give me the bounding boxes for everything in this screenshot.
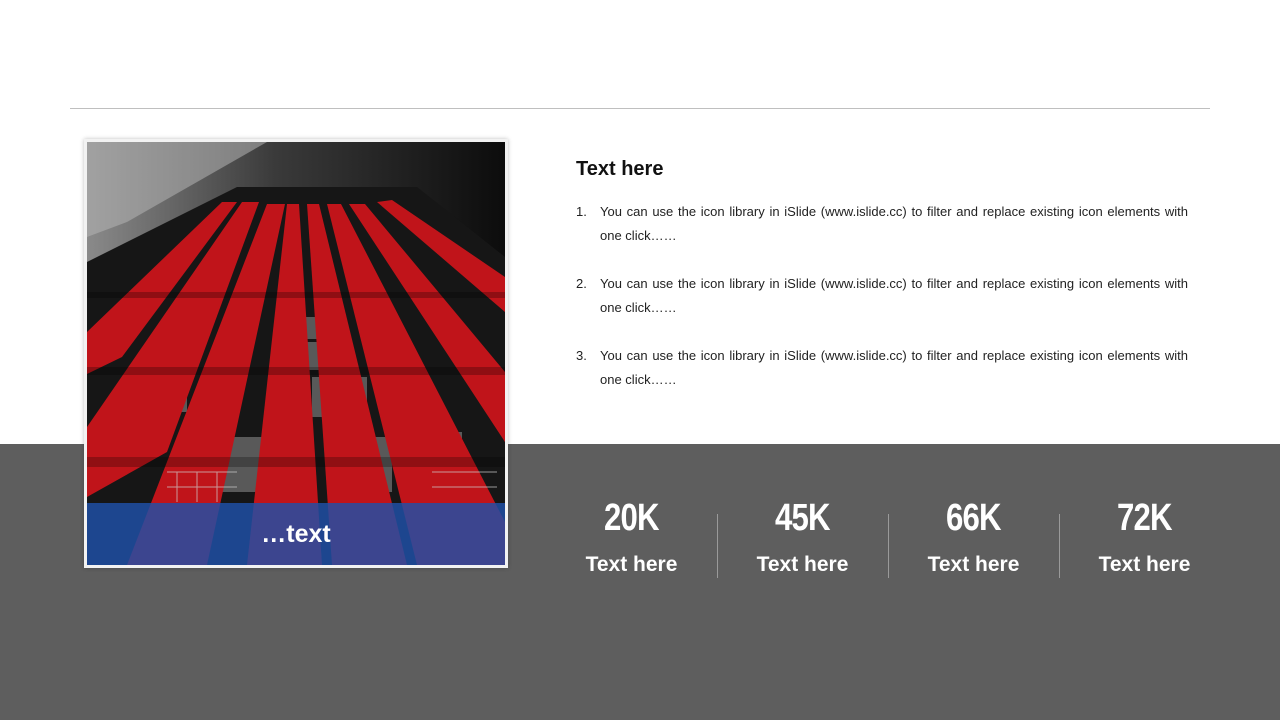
list-item-text: You can use the icon library in iSlide (…: [600, 204, 1188, 243]
stat-label: Text here: [1098, 553, 1191, 576]
stat-value: 72K: [1117, 497, 1173, 539]
list-item-number: 2.: [576, 276, 587, 291]
stat-item: 72K Text here: [1059, 494, 1230, 584]
stat-value: 20K: [604, 497, 660, 539]
top-divider: [70, 108, 1210, 109]
list-item: 3. You can use the icon library in iSlid…: [576, 344, 1188, 392]
list-item-number: 1.: [576, 204, 587, 219]
building-photo: …text: [87, 142, 505, 565]
photo-caption: …text: [261, 519, 331, 548]
stat-value: 45K: [775, 497, 831, 539]
building-illustration: [87, 142, 505, 565]
list-item-text: You can use the icon library in iSlide (…: [600, 348, 1188, 387]
stats-row: 20K Text here 45K Text here 66K Text her…: [546, 494, 1230, 584]
stat-label: Text here: [927, 553, 1020, 576]
list-item-number: 3.: [576, 348, 587, 363]
photo-card: …text: [84, 139, 508, 568]
photo-caption-bar: …text: [87, 503, 505, 565]
content-block: Text here 1. You can use the icon librar…: [576, 158, 1188, 416]
stat-item: 20K Text here: [546, 494, 717, 584]
stat-item: 66K Text here: [888, 494, 1059, 584]
stat-value: 66K: [946, 497, 1002, 539]
stat-label: Text here: [585, 553, 678, 576]
list-item: 2. You can use the icon library in iSlid…: [576, 272, 1188, 320]
stat-item: 45K Text here: [717, 494, 888, 584]
list-item-text: You can use the icon library in iSlide (…: [600, 276, 1188, 315]
content-title: Text here: [576, 158, 664, 180]
list-item: 1. You can use the icon library in iSlid…: [576, 200, 1188, 248]
numbered-list: 1. You can use the icon library in iSlid…: [576, 200, 1188, 392]
stat-label: Text here: [756, 553, 849, 576]
